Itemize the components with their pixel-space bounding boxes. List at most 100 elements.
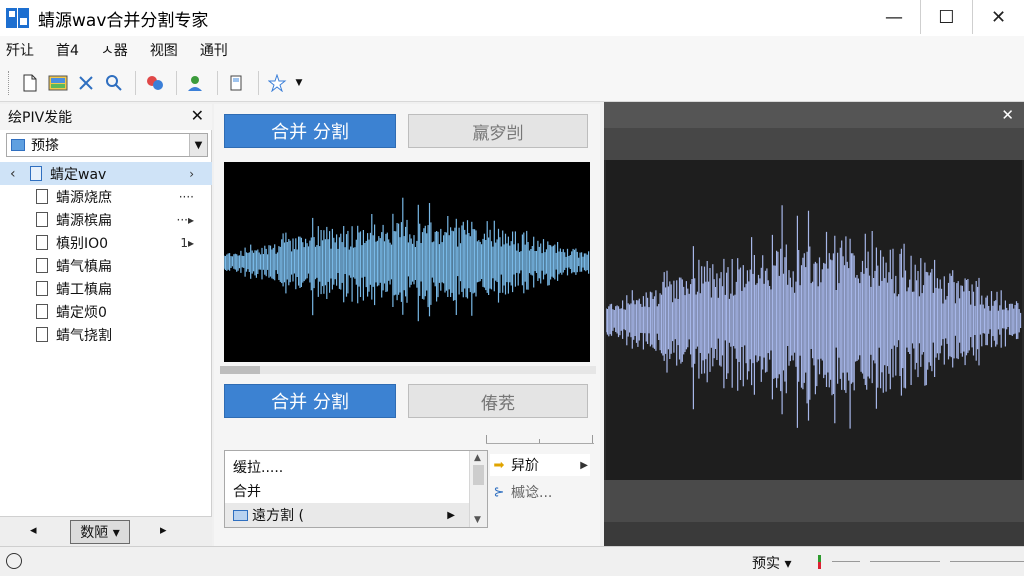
file-icon — [36, 281, 48, 296]
tree-item[interactable]: ‹ 蜻定wav › — [0, 162, 212, 185]
scrollbar-thumb[interactable] — [220, 366, 260, 374]
tree-item-label: 蜻源槟扁 — [56, 212, 112, 229]
file-icon — [36, 258, 48, 273]
device-icon[interactable] — [224, 70, 250, 96]
close-icon[interactable]: ✕ — [191, 106, 204, 125]
split-icon: ⊱ — [493, 484, 505, 500]
user-icon[interactable] — [183, 70, 209, 96]
chevron-left-icon[interactable]: ‹ — [10, 166, 24, 182]
preset-combo[interactable]: 预搽 ▼ — [6, 133, 208, 157]
data-dropdown-button[interactable]: 数陋 ▾ — [70, 520, 130, 544]
list-item-label: 遠方割 ( — [252, 508, 304, 524]
mini-ruler — [486, 432, 594, 444]
disabled-button-bottom[interactable]: 偆茺 — [408, 384, 588, 418]
app-window: 蜻源wav合并分割专家 — ☐ ✕ 歼让 首4 ㅅ器 视图 通刊 ▼ 绘PIV发… — [0, 0, 1024, 576]
menu-bar: 歼让 首4 ㅅ器 视图 通刊 — [0, 36, 1024, 64]
tree-item[interactable]: 槙别IO0 1▸ — [0, 231, 212, 254]
folder-icon — [233, 509, 248, 521]
preview-footer-band — [604, 480, 1024, 522]
menu-view[interactable]: 视图 — [150, 40, 178, 60]
chevron-down-icon[interactable]: ▼ — [293, 70, 305, 96]
toolbar-separator — [258, 70, 259, 95]
next-button[interactable]: ▸ — [160, 523, 167, 538]
preview-dropdown[interactable]: 预实 ▾ — [752, 553, 791, 573]
toolbar-separator — [217, 70, 218, 95]
menu-help[interactable]: 通刊 — [200, 40, 228, 60]
level-indicator — [818, 555, 821, 569]
toolbar-separator — [176, 70, 177, 95]
arrow-right-icon: ➡ — [493, 457, 505, 473]
merge-split-button-bottom[interactable]: 合并 分割 — [224, 384, 396, 418]
minimize-button[interactable]: — — [868, 0, 920, 34]
toolbar-separator — [135, 70, 136, 95]
left-panel: 绘PIV发能 ✕ 预搽 ▼ ‹ 蜻定wav › 蜻源烧庶 ···· 蜻源槟扁 ·… — [0, 104, 212, 546]
context-menu-item[interactable]: ⊱ 槭谂... — [490, 482, 553, 502]
prev-button[interactable]: ◂ — [30, 523, 37, 538]
tree-item-label: 槙别IO0 — [56, 235, 109, 252]
waveform-main[interactable] — [224, 162, 590, 362]
context-menu-item[interactable]: ➡ 舁斺 ▶ — [490, 454, 590, 476]
menu-file[interactable]: 歼让 — [6, 40, 34, 60]
scrollbar-thumb[interactable] — [473, 465, 484, 485]
tree-item-label: 蜻源烧庶 — [56, 189, 112, 206]
scroll-up-icon[interactable]: ▲ — [474, 453, 481, 463]
tree-item-badge: › — [189, 166, 194, 181]
tree-item-label: 蜻定wav — [50, 166, 107, 183]
tree-item-label: 蜻工槙扁 — [56, 281, 112, 298]
list-item[interactable]: 遠方割 ( ▶ — [225, 503, 469, 527]
tree-item[interactable]: 蜻工槙扁 — [0, 277, 212, 300]
file-tree: ‹ 蜻定wav › 蜻源烧庶 ···· 蜻源槟扁 ···▸ 槙别IO0 1▸ 蜻… — [0, 162, 212, 346]
image-icon[interactable] — [45, 70, 71, 96]
tree-item-label: 蜻气槙扁 — [56, 258, 112, 275]
maximize-button[interactable]: ☐ — [920, 0, 972, 34]
tree-item-badge: ···▸ — [176, 212, 194, 227]
menu-tools[interactable]: ㅅ器 — [101, 40, 128, 60]
toolbar: ▼ — [0, 64, 1024, 102]
file-icon — [36, 212, 48, 227]
tree-item[interactable]: 蜻源烧庶 ···· — [0, 185, 212, 208]
chevron-right-icon: ▶ — [580, 459, 588, 471]
action-list[interactable]: 缓拉..... 合并 遠方割 ( ▶ ▲ ▼ — [224, 450, 488, 528]
merge-split-button-top[interactable]: 合并 分割 — [224, 114, 396, 148]
tree-item-badge: 1▸ — [180, 235, 194, 250]
new-file-icon[interactable] — [17, 70, 43, 96]
status-bar: 预实 ▾ — [0, 546, 1024, 576]
file-icon — [36, 235, 48, 250]
preview-panel: ✕ — [604, 102, 1024, 546]
preview-header: ✕ — [604, 102, 1024, 128]
file-icon — [36, 327, 48, 342]
star-icon[interactable] — [265, 70, 291, 96]
list-item[interactable]: 缓拉..... — [233, 457, 283, 477]
vertical-scrollbar[interactable]: ▲ ▼ — [469, 451, 487, 527]
chevron-down-icon[interactable]: ▼ — [189, 134, 207, 156]
tree-item[interactable]: 蜻源槟扁 ···▸ — [0, 208, 212, 231]
tree-item-label: 蜻气挠割 — [56, 327, 112, 344]
left-panel-footer: ◂ 数陋 ▾ ▸ — [0, 516, 212, 546]
list-item[interactable]: 合并 — [233, 481, 261, 501]
preview-header-band — [604, 128, 1024, 160]
effects-icon[interactable] — [142, 70, 168, 96]
tree-item-badge: ···· — [178, 189, 194, 204]
close-button[interactable]: ✕ — [972, 0, 1024, 34]
combo-icon — [11, 139, 25, 151]
waveform-preview[interactable] — [606, 160, 1022, 480]
combo-value: 预搽 — [31, 138, 59, 154]
context-item-label: 舁斺 — [511, 458, 539, 474]
file-icon — [30, 166, 42, 181]
tree-item[interactable]: 蜻气槙扁 — [0, 254, 212, 277]
tree-item[interactable]: 蜻气挠割 — [0, 323, 212, 346]
horizontal-scrollbar[interactable] — [220, 366, 596, 374]
file-icon — [36, 304, 48, 319]
close-icon[interactable]: ✕ — [1001, 106, 1014, 124]
title-bar: 蜻源wav合并分割专家 — ☐ ✕ — [0, 0, 1024, 36]
tree-item[interactable]: 蜻定烦0 — [0, 300, 212, 323]
window-title: 蜻源wav合并分割专家 — [38, 10, 209, 31]
scroll-down-icon[interactable]: ▼ — [474, 515, 481, 525]
menu-edit[interactable]: 首4 — [56, 40, 79, 60]
chevron-right-icon: ▶ — [447, 509, 455, 521]
search-icon[interactable] — [101, 70, 127, 96]
preview-footer — [604, 522, 1024, 546]
cut-icon[interactable] — [73, 70, 99, 96]
disabled-button-top[interactable]: 羸穸剀 — [408, 114, 588, 148]
tree-item-label: 蜻定烦0 — [56, 304, 107, 321]
